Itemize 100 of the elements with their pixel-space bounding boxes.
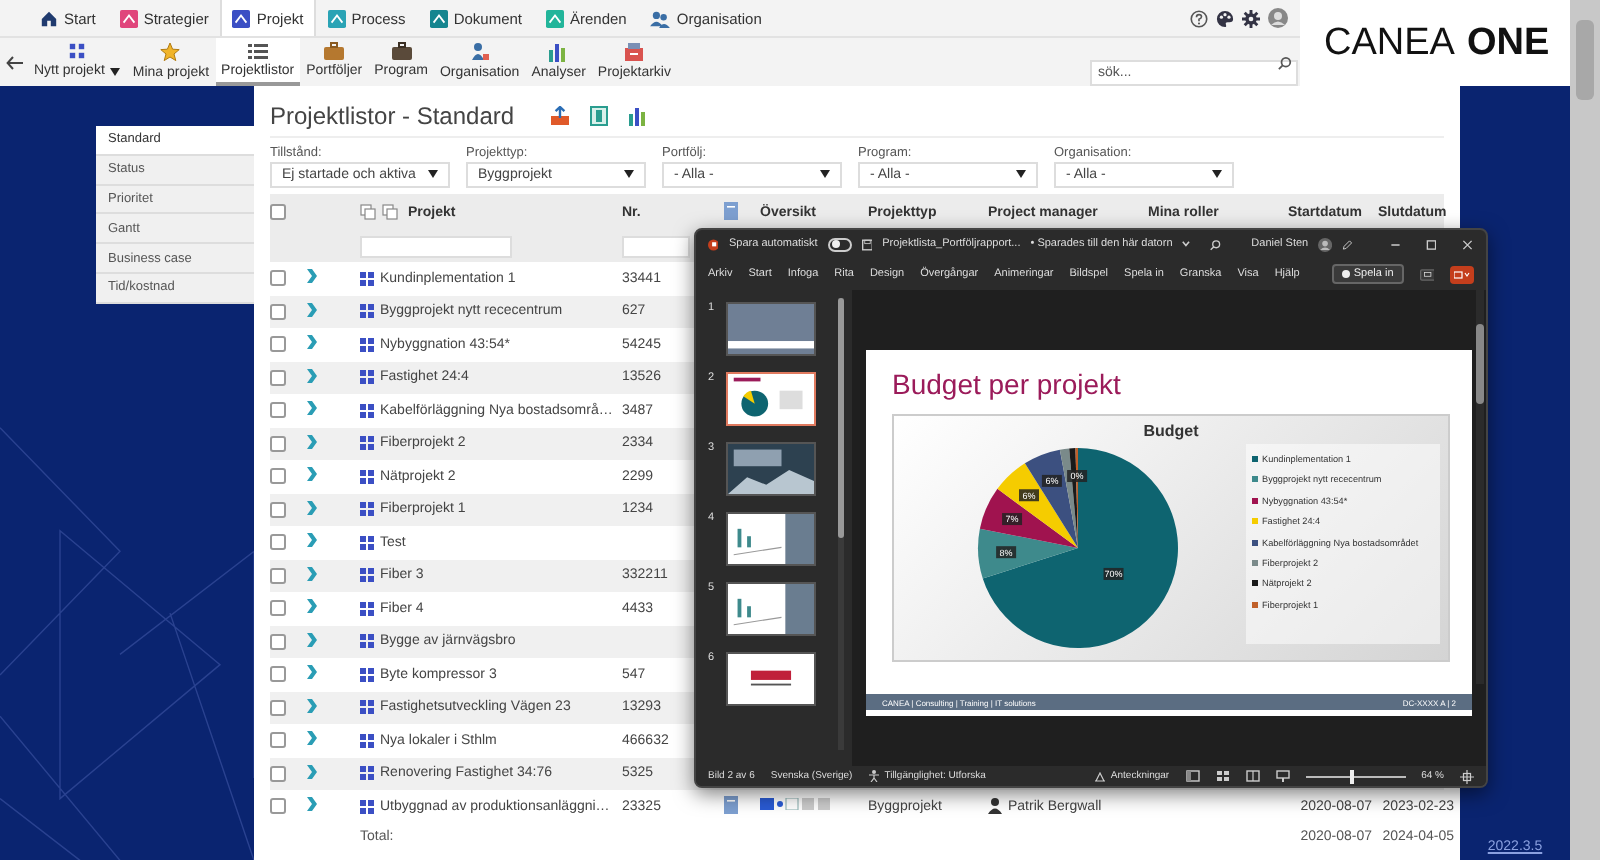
- slide-thumbnail[interactable]: [726, 652, 817, 706]
- caret-icon: [1212, 170, 1222, 178]
- caret-icon: [428, 170, 438, 178]
- collapse-all-icon[interactable]: [382, 204, 398, 220]
- project-icon: [360, 568, 374, 583]
- filter-field[interactable]: [360, 235, 512, 257]
- legend-swatch: [1252, 476, 1258, 483]
- legend-swatch: [1252, 559, 1258, 566]
- scrollbar[interactable]: [838, 298, 844, 750]
- checkbox[interactable]: [270, 270, 286, 287]
- briefcase-icon: [324, 42, 345, 60]
- document-icon: [724, 201, 738, 219]
- sorter-view-icon[interactable]: [1215, 770, 1230, 782]
- archive-icon: [624, 41, 645, 61]
- checkbox[interactable]: [270, 402, 286, 419]
- export-icon[interactable]: [550, 105, 571, 125]
- comment-icon[interactable]: [1419, 265, 1435, 283]
- legend-swatch: [1252, 518, 1258, 525]
- project-icon: [360, 601, 374, 616]
- status-indicator-icon: [760, 798, 832, 811]
- project-icon: [360, 766, 374, 781]
- fit-to-window-icon[interactable]: [1460, 769, 1474, 783]
- maximize-icon[interactable]: [1425, 237, 1437, 251]
- settings-icon[interactable]: [1242, 9, 1260, 27]
- document-icon[interactable]: [590, 105, 609, 125]
- project-icon: [360, 634, 374, 649]
- project-icon: [360, 403, 374, 418]
- chevron-down-icon: [1182, 240, 1191, 248]
- avatar-icon[interactable]: [1318, 235, 1333, 253]
- grid-icon: [68, 42, 87, 60]
- person-icon: [988, 798, 1002, 815]
- checkbox[interactable]: [270, 204, 286, 220]
- normal-view-icon[interactable]: [1185, 770, 1200, 782]
- project-icon: [360, 535, 374, 550]
- chart-title: Budget: [1141, 420, 1201, 444]
- legend-swatch: [1252, 497, 1258, 504]
- project-icon: [360, 469, 374, 484]
- checkbox[interactable]: [270, 468, 286, 485]
- share-button[interactable]: [1450, 265, 1474, 283]
- bar-chart-icon[interactable]: [628, 105, 649, 125]
- briefcase-icon: [391, 42, 412, 60]
- save-icon[interactable]: [861, 237, 873, 251]
- checkbox[interactable]: [270, 633, 286, 650]
- checkbox[interactable]: [270, 501, 286, 518]
- checkbox[interactable]: [270, 303, 286, 320]
- legend-swatch: [1252, 601, 1258, 608]
- palette-icon[interactable]: [1216, 9, 1234, 27]
- pen-icon[interactable]: [1342, 237, 1354, 251]
- presenter-icon[interactable]: [1275, 770, 1290, 782]
- caret-icon: [1016, 170, 1026, 178]
- scrollbar[interactable]: [1476, 284, 1484, 684]
- project-icon: [360, 733, 374, 748]
- slide-thumbnail[interactable]: [726, 372, 817, 426]
- slide-thumbnail[interactable]: [726, 442, 817, 496]
- project-icon: [360, 370, 374, 385]
- project-icon: [360, 337, 374, 352]
- star-icon: [160, 41, 181, 61]
- checkbox[interactable]: [270, 600, 286, 617]
- checkbox[interactable]: [270, 765, 286, 782]
- slide-thumbnail[interactable]: [726, 512, 817, 566]
- legend-swatch: [1252, 456, 1258, 462]
- document-icon: [724, 795, 738, 814]
- app-icon: [708, 237, 719, 251]
- checkbox[interactable]: [270, 567, 286, 584]
- scrollbar[interactable]: [1570, 0, 1600, 860]
- record-icon: [1341, 270, 1350, 278]
- page-title: Projektlistor - Standard: [270, 101, 515, 129]
- slide-thumbnail[interactable]: [726, 302, 817, 356]
- checkbox[interactable]: [270, 369, 286, 386]
- project-icon: [360, 502, 374, 517]
- checkbox[interactable]: [270, 732, 286, 749]
- search-icon[interactable]: [1278, 55, 1292, 69]
- slide-thumbnail[interactable]: [726, 582, 817, 636]
- expand-all-icon[interactable]: [360, 204, 376, 220]
- notes-icon: [1094, 771, 1107, 781]
- close-icon[interactable]: [1462, 237, 1474, 251]
- project-icon: [360, 667, 374, 682]
- checkbox[interactable]: [270, 534, 286, 551]
- project-icon: [360, 799, 374, 814]
- list-icon: [247, 42, 268, 60]
- project-icon: [360, 436, 374, 451]
- slide-title: Budget per projekt: [890, 366, 1123, 398]
- help-icon[interactable]: [1190, 9, 1208, 27]
- checkbox[interactable]: [270, 798, 286, 815]
- checkbox[interactable]: [270, 336, 286, 353]
- checkbox[interactable]: [270, 699, 286, 716]
- project-icon: [360, 271, 374, 286]
- filter-field[interactable]: [622, 235, 690, 257]
- project-icon: [360, 700, 374, 715]
- checkbox[interactable]: [270, 666, 286, 683]
- autosave-toggle[interactable]: [827, 237, 852, 251]
- accessibility-icon: [868, 770, 881, 782]
- org-chart-icon: [469, 41, 490, 61]
- checkbox[interactable]: [270, 435, 286, 452]
- project-icon: [360, 304, 374, 319]
- back-arrow-icon[interactable]: [5, 55, 23, 69]
- caret-icon: [624, 170, 634, 178]
- bar-chart-icon: [548, 41, 569, 61]
- reading-view-icon[interactable]: [1245, 770, 1260, 782]
- legend-swatch: [1252, 580, 1258, 587]
